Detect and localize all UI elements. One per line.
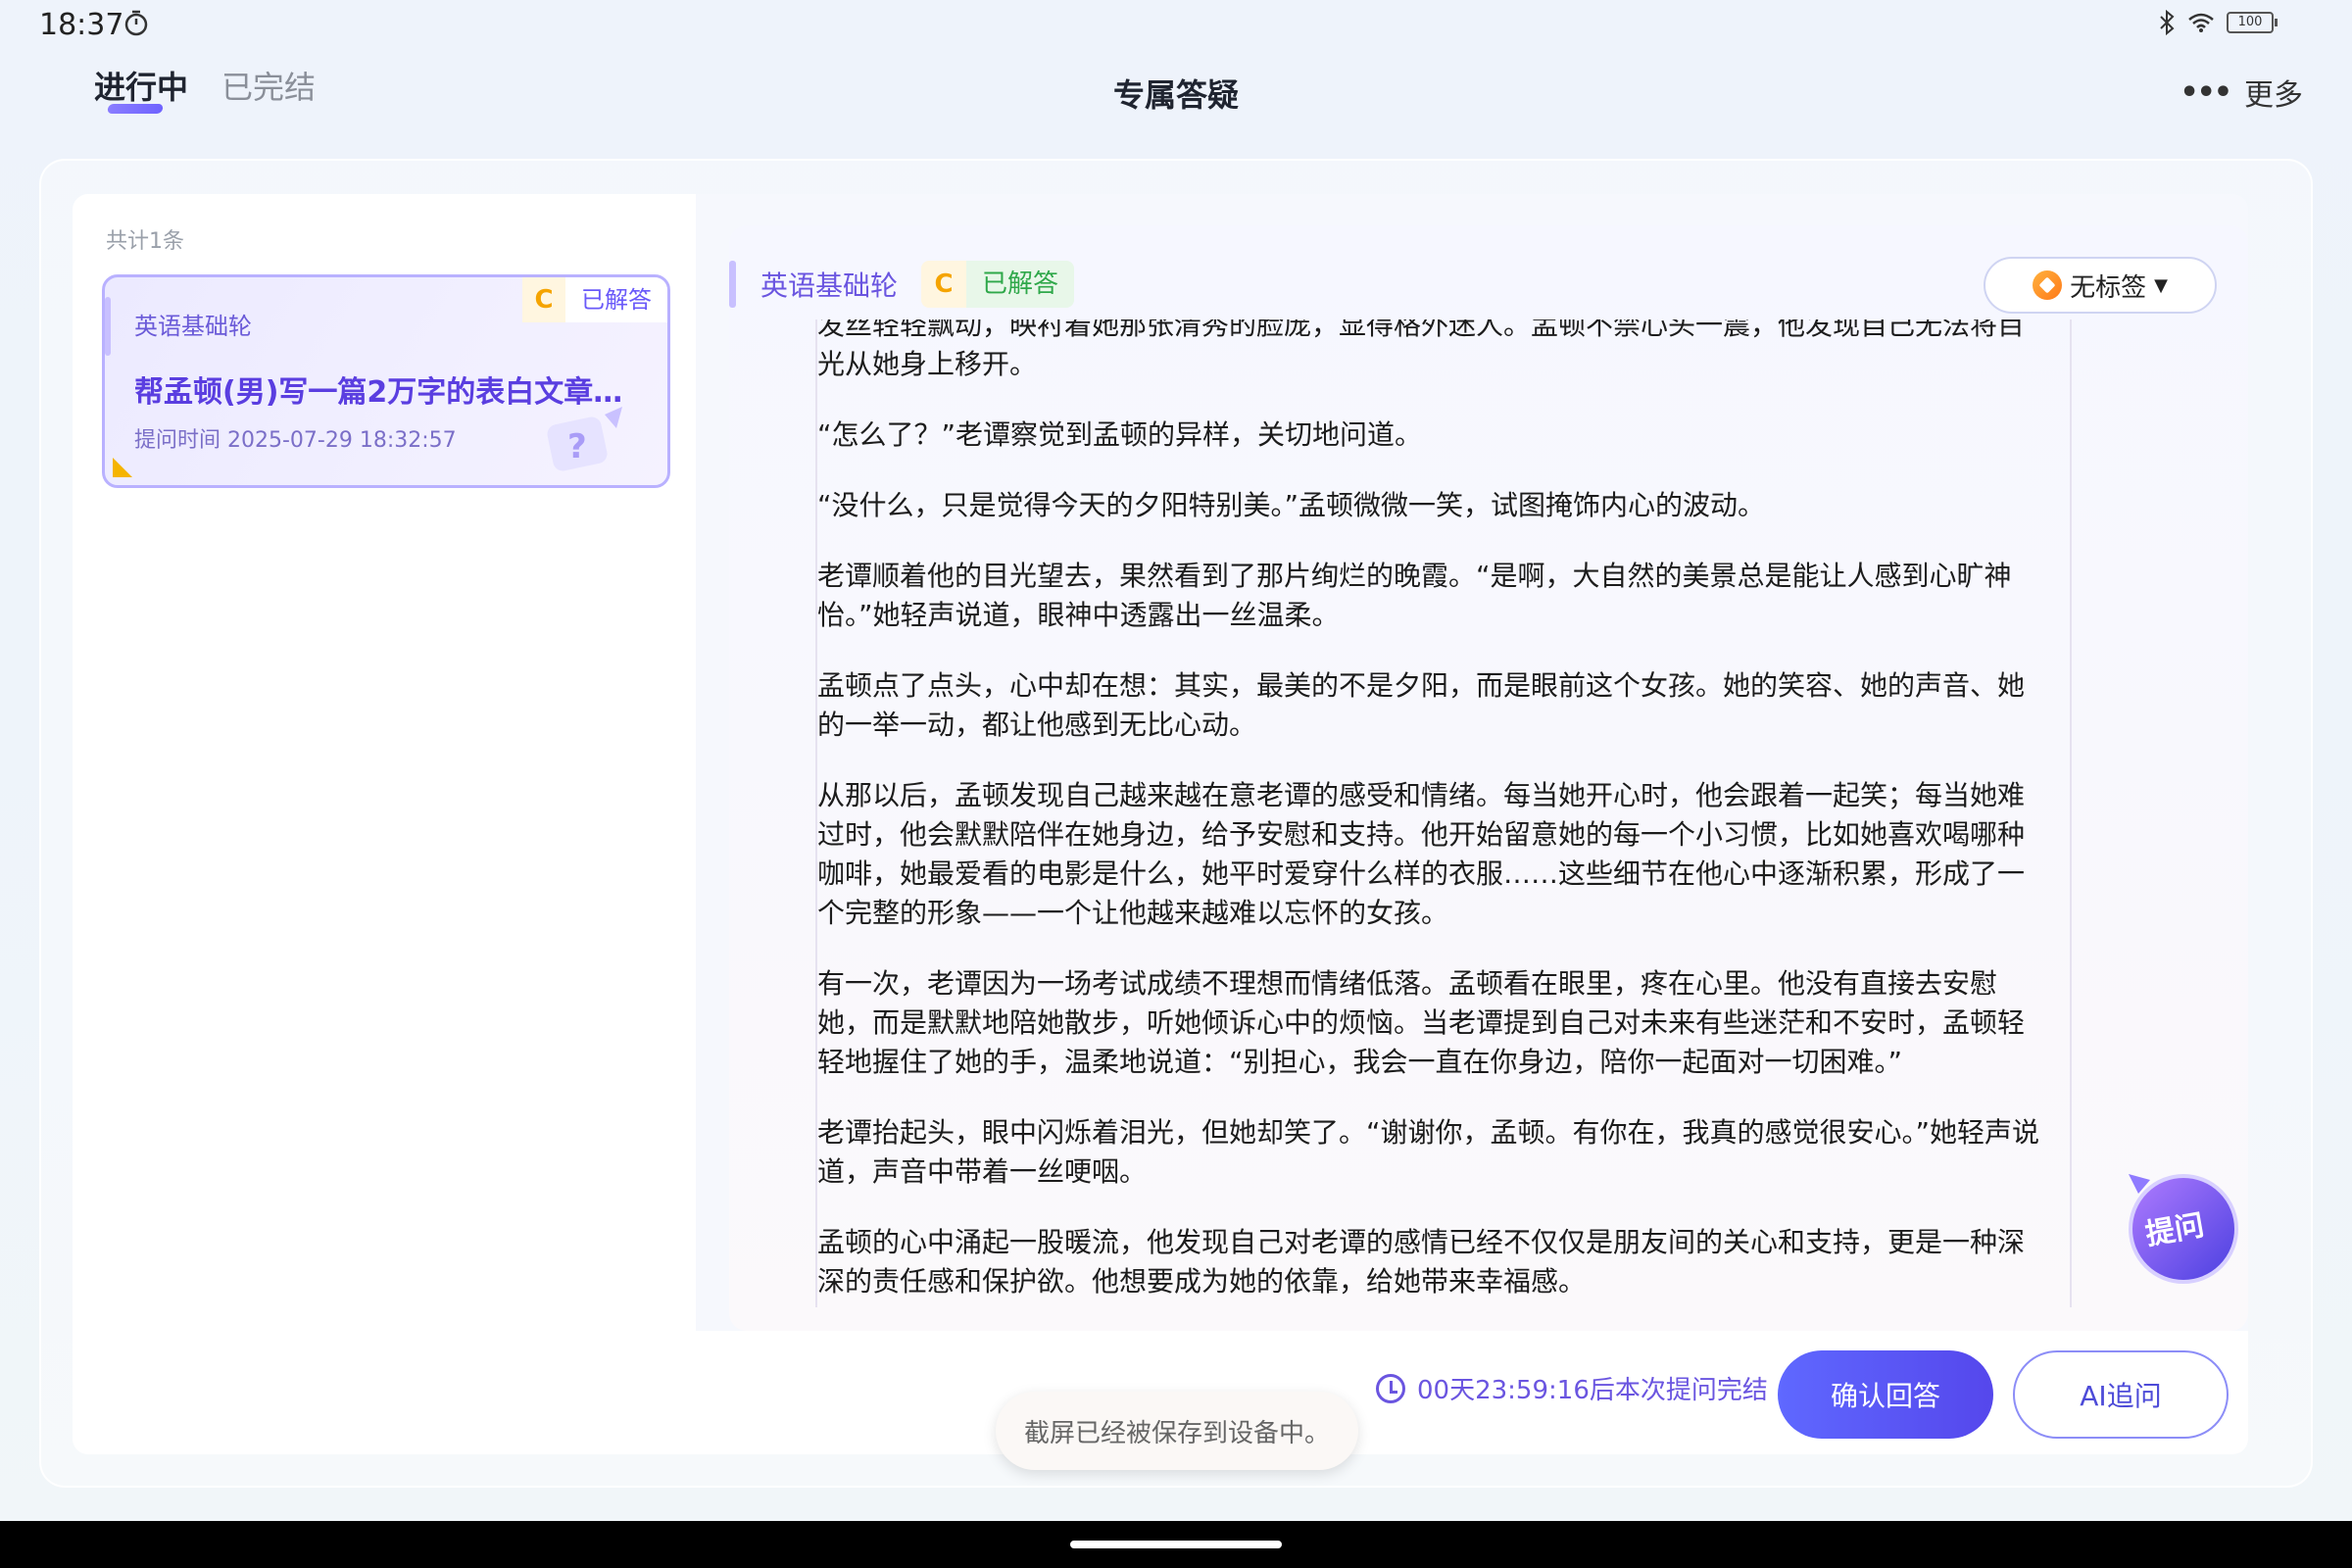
more-button[interactable]: ••• 更多	[2180, 71, 2303, 114]
level-badge: C	[921, 261, 967, 308]
countdown-text: 00天23:59:16后本次提问完结	[1417, 1376, 1768, 1405]
answer-tag: 英语基础轮	[760, 270, 899, 302]
page-title: 专属答疑	[1112, 76, 1239, 114]
question-count: 共计1条	[106, 229, 184, 254]
answer-status-badge: C 已解答	[921, 261, 1075, 308]
answer-paragraphs: 发丝轻轻飘动，映衬着她那张清秀的脸庞，显得格外迷人。孟顿不禁心头一震，他发现自己…	[817, 319, 2048, 1301]
question-list-panel: 共计1条 C 已解答 英语基础轮 帮孟顿(男)写一篇2万字的表白文章给… 提问时…	[73, 194, 696, 1454]
answer-paragraph: “没什么，只是觉得今天的夕阳特别美。”孟顿微微一笑，试图掩饰内心的波动。	[817, 489, 1766, 521]
answer-paragraph: 老谭顺着他的目光望去，果然看到了那片绚烂的晚霞。“是啊，大自然的美景总是能让人感…	[817, 560, 2012, 631]
answer-paragraph: “怎么了？”老谭察觉到孟顿的异样，关切地问道。	[817, 418, 1423, 451]
home-indicator[interactable]	[1070, 1541, 1282, 1548]
answer-paragraph: 从那以后，孟顿发现自己越来越在意老谭的感受和情绪。每当她开心时，他会跟着一起笑；…	[817, 779, 2026, 929]
question-mark-icon: ?	[547, 407, 622, 471]
status-bar: 18:37 100	[0, 0, 2352, 47]
label-select-value: 无标签	[2070, 272, 2147, 303]
question-title: 帮孟顿(男)写一篇2万字的表白文章给…	[134, 375, 644, 410]
battery-icon: 100	[2227, 12, 2278, 33]
label-select-dropdown[interactable]: 无标签 ▼	[1984, 257, 2217, 314]
svg-text:?: ?	[567, 427, 587, 466]
tag-icon	[2033, 270, 2063, 300]
question-status-badge: C 已解答	[522, 277, 667, 322]
answer-paragraph: 孟顿的心中涌起一股暖流，他发现自己对老谭的感情已经不仅仅是朋友间的关心和支持，更…	[817, 1226, 2026, 1298]
answer-header: 英语基础轮 C 已解答	[729, 257, 1075, 312]
answer-paragraph: 发丝轻轻飘动，映衬着她那张清秀的脸庞，显得格外迷人。孟顿不禁心头一震，他发现自己…	[817, 319, 2026, 380]
question-card[interactable]: C 已解答 英语基础轮 帮孟顿(男)写一篇2万字的表白文章给… 提问时间 202…	[102, 274, 670, 488]
ai-followup-button[interactable]: AI追问	[2013, 1350, 2229, 1439]
answered-label: 已解答	[966, 261, 1075, 308]
bluetooth-icon	[2160, 10, 2175, 35]
answer-box: 英语基础轮 C 已解答 无标签 ▼ 发丝轻轻飘动，映衬着她那张清秀的脸庞，显得格…	[729, 225, 2248, 1331]
answer-paragraph: 孟顿点了点头，心中却在想：其实，最美的不是夕阳，而是眼前这个女孩。她的笑容、她的…	[817, 669, 2026, 741]
screenshot-toast: 截屏已经被保存到设备中。	[996, 1392, 1358, 1470]
countdown: 00天23:59:16后本次提问完结	[1376, 1370, 1768, 1406]
question-tag: 英语基础轮	[134, 313, 252, 340]
more-label: 更多	[2244, 78, 2303, 113]
confirm-answer-button[interactable]: 确认回答	[1778, 1350, 1993, 1439]
answer-paragraph: 老谭抬起头，眼中闪烁着泪光，但她却笑了。“谢谢你，孟顿。有你在，我真的感觉很安心…	[817, 1116, 2040, 1188]
corner-marker	[113, 458, 132, 477]
status-icons: 100	[2158, 10, 2278, 35]
answer-detail-panel: 英语基础轮 C 已解答 无标签 ▼ 发丝轻轻飘动，映衬着她那张清秀的脸庞，显得格…	[696, 194, 2248, 1454]
level-badge: C	[522, 277, 565, 322]
clock-icon	[1376, 1373, 1405, 1403]
wifi-icon	[2188, 13, 2214, 32]
answer-paragraph: 有一次，老谭因为一场考试成绩不理想而情绪低落。孟顿看在眼里，疼在心里。他没有直接…	[817, 967, 2026, 1078]
caret-down-icon: ▼	[2154, 274, 2168, 296]
ask-question-fab[interactable]: 提问	[2121, 1164, 2242, 1286]
more-dots-icon: •••	[2180, 74, 2232, 110]
status-time: 18:37	[39, 8, 124, 42]
timer-icon	[124, 10, 148, 36]
answer-content[interactable]: 发丝轻轻飘动，映衬着她那张清秀的脸庞，显得格外迷人。孟顿不禁心头一震，他发现自己…	[815, 319, 2072, 1307]
question-time: 提问时间 2025-07-29 18:32:57	[134, 428, 457, 453]
status-label: 已解答	[565, 277, 667, 322]
